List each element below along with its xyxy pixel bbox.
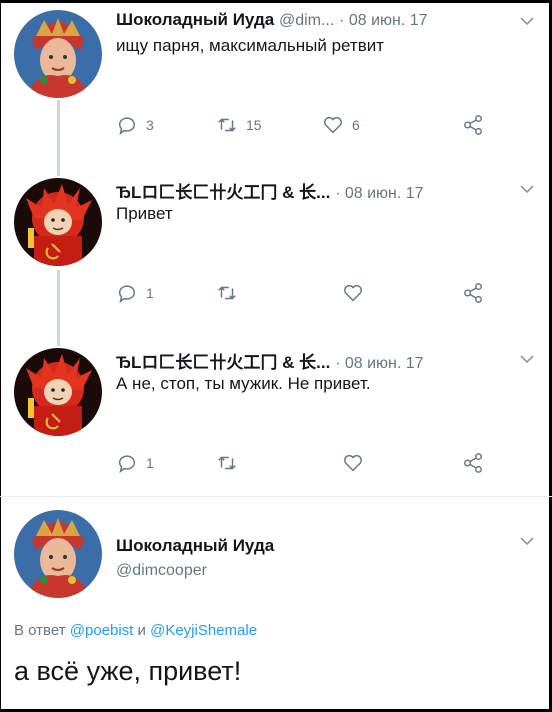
- retweet-icon: [218, 456, 236, 470]
- thread-line: [57, 270, 60, 346]
- mention-link[interactable]: @poebist: [70, 622, 134, 639]
- chevron-down-icon[interactable]: [520, 16, 534, 26]
- reply-icon: [118, 285, 135, 303]
- reply-button[interactable]: 1: [116, 282, 154, 304]
- author-handle[interactable]: @dimcooper: [116, 562, 274, 580]
- tweet-actions: 1: [116, 452, 496, 476]
- avatar[interactable]: [14, 178, 102, 266]
- author-name[interactable]: Шоколадный Иуда: [116, 536, 274, 556]
- reply-button[interactable]: 3: [116, 114, 154, 136]
- retweet-icon: [218, 286, 236, 300]
- tweet-header: Шоколадный Иуда @dim... · 08 июн. 17: [116, 10, 428, 30]
- author-handle[interactable]: @dim...: [279, 12, 334, 29]
- reply-conj: и: [137, 622, 146, 639]
- divider: [0, 496, 552, 497]
- reply-prefix: В ответ: [14, 622, 66, 639]
- like-count: 6: [352, 117, 360, 133]
- tweet-header: Шоколадный Иуда @dimcooper: [116, 536, 274, 580]
- share-icon: [464, 283, 482, 303]
- avatar[interactable]: [14, 510, 102, 598]
- tweet-actions: 3 15 6: [116, 114, 496, 138]
- share-button[interactable]: [462, 452, 484, 474]
- tweet-header: ЂLロ⼕⻓⼕卄⽕工冂 & ⻓... · 08 июн. 17: [116, 178, 424, 203]
- share-icon: [464, 453, 482, 473]
- share-button[interactable]: [462, 282, 484, 304]
- chevron-down-icon[interactable]: [520, 536, 534, 546]
- thread-line: [57, 100, 60, 176]
- retweet-button[interactable]: 15: [216, 114, 262, 136]
- like-button[interactable]: [342, 452, 372, 474]
- retweet-button[interactable]: [216, 282, 246, 304]
- reply-button[interactable]: 1: [116, 452, 154, 474]
- like-button[interactable]: [342, 282, 372, 304]
- retweet-count: 15: [246, 117, 262, 133]
- author-name[interactable]: ЂLロ⼕⻓⼕卄⽕工冂 & ⻓...: [116, 353, 330, 372]
- heart-icon: [344, 284, 362, 302]
- reply-icon: [118, 117, 135, 135]
- tweet-date[interactable]: · 08 июн. 17: [339, 12, 427, 29]
- retweet-button[interactable]: [216, 452, 246, 474]
- tweet-header: ЂLロ⼕⻓⼕卄⽕工冂 & ⻓... · 08 июн. 17: [116, 348, 424, 373]
- chevron-down-icon[interactable]: [520, 354, 534, 364]
- like-button[interactable]: 6: [322, 114, 360, 136]
- reply-icon: [118, 455, 135, 473]
- reply-count: 1: [146, 285, 154, 301]
- author-name[interactable]: Шоколадный Иуда: [116, 10, 274, 29]
- chevron-down-icon[interactable]: [520, 184, 534, 194]
- reply-context: В ответ @poebist и @KeyjiShemale: [14, 622, 257, 639]
- tweet-text: а всё уже, привет!: [14, 656, 242, 686]
- tweet-text: ищу парня, максимальный ретвит: [116, 36, 385, 55]
- avatar[interactable]: [14, 10, 102, 98]
- share-button[interactable]: [462, 114, 484, 136]
- tweet-actions: 1: [116, 282, 496, 306]
- share-icon: [464, 115, 482, 135]
- heart-icon: [344, 454, 362, 472]
- retweet-icon: [218, 118, 236, 132]
- avatar[interactable]: [14, 348, 102, 436]
- tweet-date[interactable]: · 08 июн. 17: [335, 355, 423, 372]
- reply-count: 3: [146, 117, 154, 133]
- tweet-text: Привет: [116, 204, 173, 223]
- tweet-text: А не, стоп, ты мужик. Не привет.: [116, 374, 371, 393]
- tweet-date[interactable]: · 08 июн. 17: [335, 185, 423, 202]
- author-name[interactable]: ЂLロ⼕⻓⼕卄⽕工冂 & ⻓...: [116, 183, 330, 202]
- mention-link[interactable]: @KeyjiShemale: [150, 622, 257, 639]
- reply-count: 1: [146, 455, 154, 471]
- heart-icon: [324, 116, 342, 134]
